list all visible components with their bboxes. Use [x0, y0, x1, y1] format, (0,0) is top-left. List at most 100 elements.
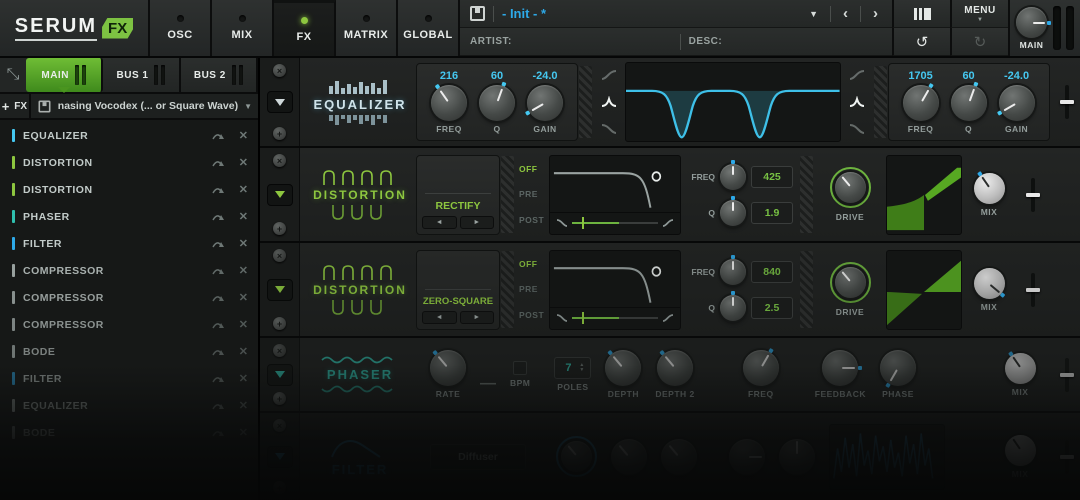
remove-fx-icon[interactable]: ✕ [239, 426, 248, 439]
peak-band-icon[interactable] [848, 95, 866, 108]
tab-fx[interactable]: FX [274, 0, 336, 56]
fx-list-item-filter-2[interactable]: FILTER ✕ [0, 365, 258, 392]
low-pass-icon[interactable] [848, 123, 866, 135]
preset-name[interactable]: - Init - * [502, 6, 546, 21]
freq-knob[interactable] [431, 85, 467, 121]
remove-fx-icon[interactable]: ✕ [239, 183, 248, 196]
desc-field[interactable] [730, 28, 882, 55]
mix-knob[interactable] [973, 267, 1005, 299]
bus-tab-bus2[interactable]: BUS 2 [180, 58, 258, 92]
step-down-icon[interactable]: ▼ [579, 368, 584, 373]
oversample-icon[interactable] [211, 212, 227, 222]
preset-dropdown-icon[interactable]: ▼ [805, 9, 822, 19]
gain-knob[interactable] [527, 85, 563, 121]
high-shelf-icon[interactable] [600, 69, 618, 81]
remove-fx-icon[interactable]: ✕ [239, 156, 248, 169]
fx-list-item-compressor-1[interactable]: COMPRESSOR ✕ [0, 257, 258, 284]
redo-button[interactable]: ↻ [950, 28, 1008, 56]
mix-knob[interactable] [1004, 434, 1036, 466]
q-value[interactable]: 1.9 [751, 201, 793, 224]
collapse-sidebar-icon[interactable]: ⤡ [0, 58, 26, 92]
mix-knob[interactable] [1004, 352, 1036, 384]
distortion-filter-display[interactable] [549, 154, 681, 235]
collapse-module-button[interactable] [266, 278, 293, 301]
q-knob[interactable] [950, 85, 987, 121]
fx-list-item-filter-1[interactable]: FILTER ✕ [0, 230, 258, 257]
peak-band-icon[interactable] [600, 95, 618, 108]
filter-knob-5[interactable] [779, 438, 815, 475]
filter-pre-option[interactable]: PRE [519, 284, 549, 294]
module-mix-slider[interactable] [1016, 154, 1050, 235]
fx-list-item-distortion-1[interactable]: DISTORTION ✕ [0, 149, 258, 176]
filter-post-option[interactable]: POST [519, 215, 549, 225]
filter-off-option[interactable]: OFF [519, 259, 549, 269]
oversample-icon[interactable] [211, 185, 227, 195]
tab-matrix[interactable]: MATRIX [336, 0, 398, 56]
q-knob[interactable] [720, 195, 746, 226]
fx-list-item-bode-2[interactable]: BODE ✕ [0, 419, 258, 446]
oversample-icon[interactable] [211, 347, 227, 357]
filter-type-select[interactable]: Diffuser [430, 443, 526, 470]
module-mix-slider[interactable] [1050, 64, 1080, 140]
freq-knob[interactable] [742, 350, 779, 386]
menu-button[interactable]: MENU ▼ [950, 0, 1008, 28]
remove-fx-icon[interactable]: ✕ [239, 210, 248, 223]
freq-value[interactable]: 425 [751, 165, 793, 188]
fx-list-item-phaser[interactable]: PHASER ✕ [0, 203, 258, 230]
collapse-module-button[interactable] [266, 363, 293, 386]
oversample-icon[interactable] [211, 293, 227, 303]
freq-knob[interactable] [902, 85, 939, 121]
high-shelf-icon[interactable] [848, 69, 866, 81]
freq-knob[interactable] [720, 254, 746, 285]
remove-fx-icon[interactable]: ✕ [239, 345, 248, 358]
low-pass-icon[interactable] [600, 123, 618, 135]
collapse-module-button[interactable] [266, 183, 293, 206]
depth-knob[interactable] [605, 350, 642, 386]
q-knob[interactable] [479, 85, 515, 121]
depth2-knob[interactable] [657, 350, 694, 386]
save-icon[interactable] [470, 6, 485, 21]
fx-list-item-equalizer-2[interactable]: EQUALIZER ✕ [0, 392, 258, 419]
remove-fx-icon[interactable]: ✕ [239, 399, 248, 412]
prev-preset-button[interactable]: ‹ [839, 5, 852, 22]
feedback-knob[interactable] [822, 350, 859, 386]
q-knob[interactable] [720, 290, 746, 321]
phase-knob[interactable] [879, 350, 916, 386]
rate-knob[interactable] [430, 350, 466, 386]
oversample-icon[interactable] [211, 320, 227, 330]
freq-knob[interactable] [720, 159, 746, 190]
next-mode-button[interactable]: ► [459, 215, 494, 229]
remove-fx-icon[interactable]: ✕ [239, 129, 248, 142]
filter-range-slider[interactable] [550, 306, 680, 329]
fx-list-item-compressor-2[interactable]: COMPRESSOR ✕ [0, 284, 258, 311]
fx-list-item-compressor-3[interactable]: COMPRESSOR ✕ [0, 311, 258, 338]
filter-off-option[interactable]: OFF [519, 164, 549, 174]
filter-range-slider[interactable] [550, 211, 680, 234]
undo-button[interactable]: ↺ [892, 28, 950, 56]
collapse-module-button[interactable] [266, 91, 293, 113]
filter-knob-1[interactable] [561, 441, 592, 472]
eq-response-graph[interactable] [625, 62, 841, 142]
oversample-icon[interactable] [211, 428, 227, 438]
filter-knob-4[interactable] [729, 438, 765, 475]
tab-mix[interactable]: MIX [212, 0, 274, 56]
main-volume-knob[interactable] [1016, 6, 1047, 38]
remove-fx-icon[interactable]: ✕ [239, 291, 248, 304]
next-mode-button[interactable]: ► [459, 310, 494, 324]
oversample-icon[interactable] [211, 158, 227, 168]
add-fx-button[interactable]: + FX [0, 94, 31, 118]
oversample-icon[interactable] [211, 239, 227, 249]
next-preset-button[interactable]: › [869, 5, 882, 22]
artist-field[interactable] [520, 28, 672, 55]
oversample-icon[interactable] [211, 374, 227, 384]
oversample-icon[interactable] [211, 266, 227, 276]
collapse-module-button[interactable] [266, 445, 293, 468]
drive-knob[interactable] [834, 267, 866, 298]
filter-post-option[interactable]: POST [519, 310, 549, 320]
bus-tab-main[interactable]: MAIN [26, 58, 104, 93]
module-mix-slider[interactable] [1016, 249, 1050, 330]
filter-knob-3[interactable] [661, 438, 697, 475]
poles-stepper[interactable]: 7 ▲ ▼ [554, 357, 592, 379]
remove-fx-icon[interactable]: ✕ [239, 372, 248, 385]
module-mix-slider[interactable] [1050, 344, 1080, 405]
